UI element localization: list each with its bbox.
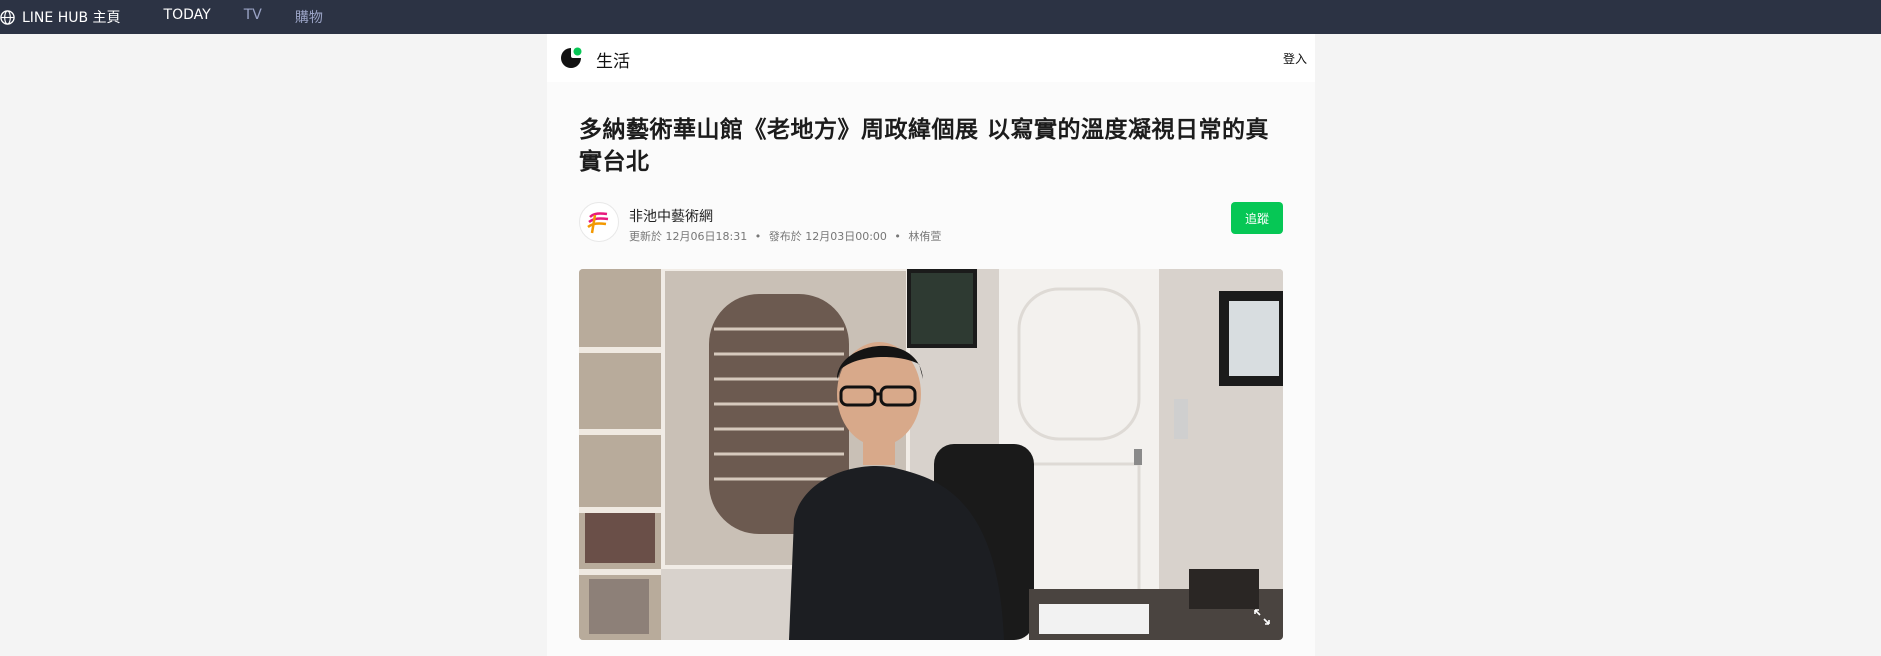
article-hero-image[interactable] — [579, 269, 1283, 640]
publisher-name[interactable]: 非池中藝術網 — [629, 206, 713, 226]
hero-photo — [579, 269, 1283, 640]
article-meta: 更新於 12月06日18:31 • 發布於 12月03日00:00 • 林侑萱 — [629, 228, 941, 244]
article-column: 生活 登入 多納藝術華山館《老地方》周政緯個展 以寫實的溫度凝視日常的真實台北 … — [547, 34, 1315, 656]
tab-tv[interactable]: TV — [244, 7, 262, 27]
main-tabs: TODAY TV 購物 — [164, 7, 323, 27]
article-title: 多納藝術華山館《老地方》周政緯個展 以寫實的溫度凝視日常的真實台北 — [579, 117, 1270, 175]
section-title: 生活 — [596, 52, 630, 72]
top-navigation-bar: LINE HUB 主頁 TODAY TV 購物 — [0, 0, 1881, 34]
author-name: 林侑萱 — [908, 230, 942, 243]
publisher-logo-icon — [587, 212, 609, 234]
expand-icon[interactable] — [1253, 608, 1271, 626]
publisher-row: 非池中藝術網 更新於 12月06日18:31 • 發布於 12月03日00:00… — [579, 202, 1283, 246]
updated-time: 更新於 12月06日18:31 — [629, 230, 748, 243]
follow-button[interactable]: 追蹤 — [1231, 202, 1283, 234]
line-today-logo[interactable] — [559, 46, 583, 70]
publisher-avatar[interactable] — [579, 202, 619, 242]
globe-icon — [0, 9, 15, 25]
published-time: 發布於 12月03日00:00 — [768, 230, 887, 243]
tab-today[interactable]: TODAY — [164, 7, 211, 27]
login-link[interactable]: 登入 — [1283, 50, 1307, 67]
tab-shopping[interactable]: 購物 — [295, 7, 323, 27]
section-header: 生活 登入 — [547, 34, 1315, 82]
brand-label: LINE HUB 主頁 — [22, 10, 121, 26]
meta-separator: • — [894, 230, 901, 243]
line-hub-home-link[interactable]: LINE HUB 主頁 — [0, 0, 121, 34]
meta-separator: • — [754, 230, 762, 243]
